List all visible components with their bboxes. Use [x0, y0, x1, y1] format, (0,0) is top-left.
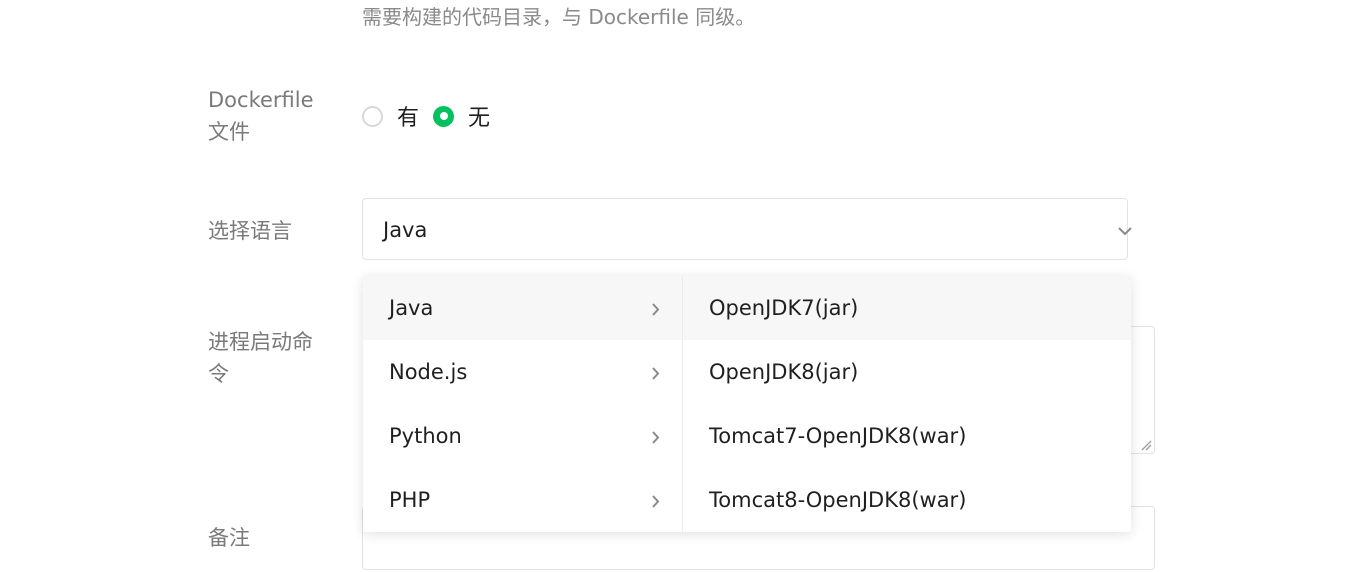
chevron-right-icon — [652, 367, 660, 380]
radio-yes-label: 有 — [397, 106, 420, 131]
cascader-option-openjdk8-jar[interactable]: OpenJDK8(jar) — [683, 340, 1131, 404]
cascader-option-java[interactable]: Java — [363, 276, 682, 340]
radio-option-yes[interactable]: 有 — [362, 100, 419, 132]
language-label: 选择语言 — [208, 219, 292, 243]
dockerfile-label-line1: Dockerfile — [208, 88, 314, 112]
chevron-right-icon — [652, 303, 660, 316]
start-command-label-line2: 令 — [208, 362, 229, 386]
language-select[interactable]: Java — [362, 198, 1132, 260]
cascader-option-tomcat8-openjdk8-war[interactable]: Tomcat8-OpenJDK8(war) — [683, 468, 1131, 532]
language-cascader-dropdown: Java Node.js Python PHP OpenJDK7(jar) Op… — [363, 276, 1131, 532]
dockerfile-label-line2: 文件 — [208, 120, 250, 144]
start-command-textarea[interactable] — [1130, 326, 1155, 454]
cascader-option-tomcat7-openjdk8-war[interactable]: Tomcat7-OpenJDK8(war) — [683, 404, 1131, 468]
cascader-option-python[interactable]: Python — [363, 404, 682, 468]
start-command-label-line1: 进程启动命 — [208, 330, 313, 354]
cascader-runtime-column: OpenJDK7(jar) OpenJDK8(jar) Tomcat7-Open… — [683, 276, 1131, 532]
resize-handle-icon[interactable] — [1140, 439, 1152, 451]
radio-option-no[interactable]: 无 — [433, 100, 490, 132]
start-command-label: 进程启动命 令 — [208, 326, 313, 390]
dockerfile-radio-group: 有 无 — [362, 100, 504, 132]
cascader-option-label: Java — [389, 296, 434, 320]
cascader-option-nodejs[interactable]: Node.js — [363, 340, 682, 404]
chevron-right-icon — [652, 495, 660, 508]
cascader-option-label: PHP — [389, 488, 431, 512]
dockerfile-label: Dockerfile 文件 — [208, 84, 314, 148]
radio-no-label: 无 — [468, 106, 491, 131]
cascader-language-column: Java Node.js Python PHP — [363, 276, 683, 532]
chevron-down-icon — [1118, 227, 1132, 236]
remark-label: 备注 — [208, 526, 250, 550]
cascader-option-label: Node.js — [389, 360, 468, 384]
cascader-option-openjdk7-jar[interactable]: OpenJDK7(jar) — [683, 276, 1131, 340]
cascader-option-label: Python — [389, 424, 462, 448]
radio-no-circle[interactable] — [433, 105, 455, 127]
radio-yes-circle[interactable] — [362, 105, 383, 127]
language-select-value: Java — [383, 218, 428, 242]
cascader-option-php[interactable]: PHP — [363, 468, 682, 532]
context-hint: 需要构建的代码目录，与 Dockerfile 同级。 — [362, 5, 756, 29]
chevron-right-icon — [652, 431, 660, 444]
